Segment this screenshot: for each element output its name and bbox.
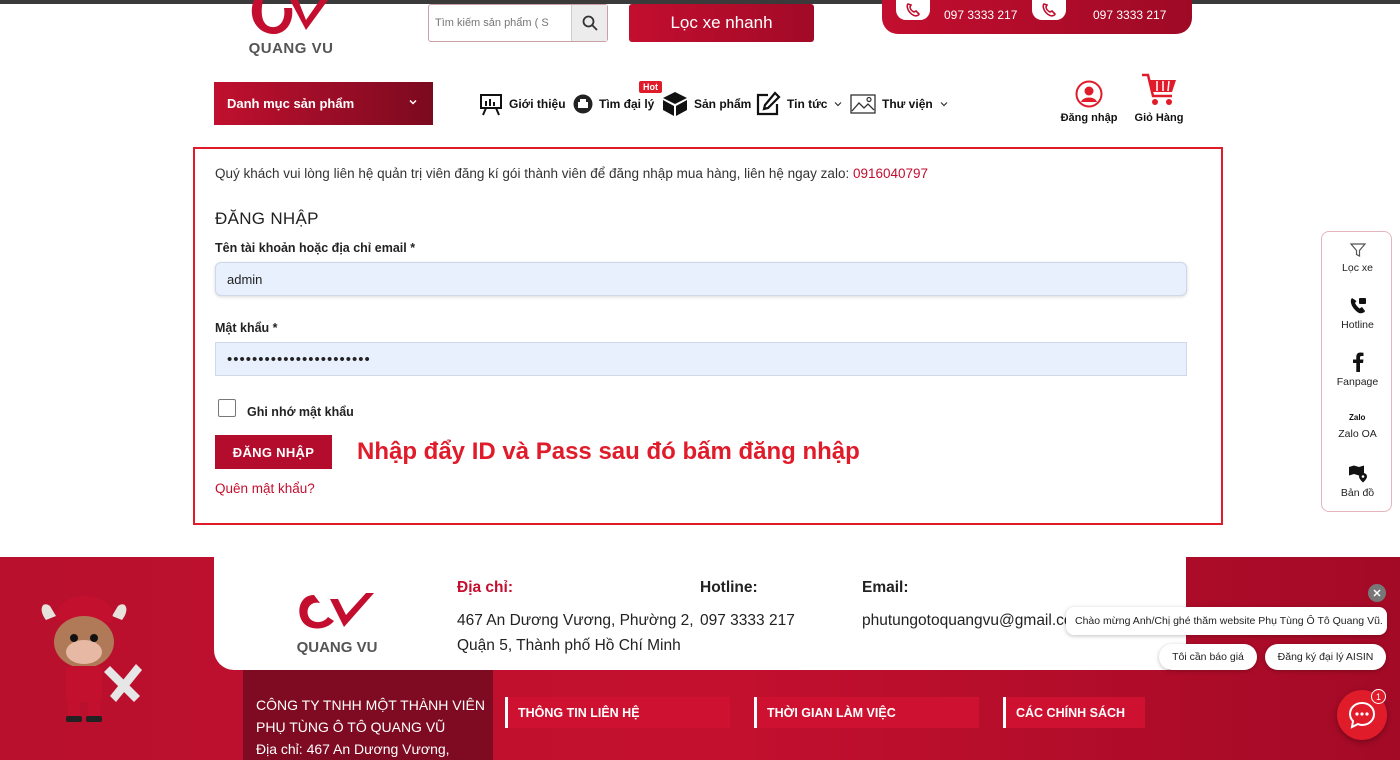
- nav-item-products[interactable]: Sản phẩm: [662, 90, 751, 118]
- login-link-label: Đăng nhập: [1060, 112, 1118, 124]
- float-item-label: Bản đồ: [1340, 487, 1375, 499]
- footer-logo: QUANG VU: [294, 587, 380, 657]
- hot-badge: Hot: [639, 81, 662, 93]
- remember-checkbox[interactable]: [218, 399, 236, 417]
- cart-icon: [1142, 73, 1176, 105]
- zalo-icon: Zalo: [1349, 413, 1366, 422]
- cart-link-label: Giỏ Hàng: [1134, 112, 1184, 124]
- facebook-icon: [1352, 352, 1363, 372]
- notice-text: Quý khách vui lòng liên hệ quản trị viên…: [215, 166, 850, 181]
- footer-hotline[interactable]: 097 3333 217: [700, 608, 795, 633]
- company-line: Địa chỉ: 467 An Dương Vương,: [256, 741, 450, 757]
- logo-mark-icon: [299, 593, 374, 629]
- login-submit-button[interactable]: ĐĂNG NHẬP: [215, 435, 332, 469]
- phone-icon: [1032, 0, 1066, 20]
- nav-label: Sản phẩm: [694, 97, 752, 111]
- login-title: ĐĂNG NHẬP: [215, 209, 319, 228]
- chevron-down-icon: [409, 99, 417, 105]
- phone-icon: [1350, 298, 1366, 314]
- float-item-filter[interactable]: Lọc xe: [1322, 242, 1393, 274]
- hotline-number-2[interactable]: 097 3333 217: [1093, 8, 1166, 22]
- float-item-label: Hotline: [1341, 319, 1374, 331]
- user-icon: [1075, 80, 1103, 108]
- search-box: [428, 4, 608, 42]
- chat-close-button[interactable]: [1368, 584, 1386, 602]
- image-icon: [850, 94, 876, 114]
- password-label: Mật khẩu *: [215, 321, 278, 335]
- category-menu-button[interactable]: Danh mục sản phẩm: [214, 82, 433, 125]
- footer-email[interactable]: phutungotoquangvu@gmail.com: [862, 608, 1072, 633]
- quick-filter-button[interactable]: Lọc xe nhanh: [629, 4, 814, 42]
- chevron-down-icon: [940, 102, 948, 107]
- float-item-label: Fanpage: [1336, 376, 1379, 388]
- remember-label[interactable]: Ghi nhớ mật khẩu: [247, 405, 354, 419]
- company-info: CÔNG TY TNHH MỘT THÀNH VIÊN PHỤ TÙNG Ô T…: [243, 670, 493, 760]
- email-heading: Email:: [862, 579, 909, 596]
- nav-item-news[interactable]: Tin tức: [755, 90, 843, 118]
- login-link[interactable]: Đăng nhập: [1060, 80, 1118, 124]
- address-heading: Địa chỉ:: [457, 579, 513, 596]
- printer-icon: [573, 94, 593, 114]
- forgot-password-link[interactable]: Quên mật khẩu?: [215, 481, 315, 496]
- map-icon: [1348, 465, 1367, 483]
- logo-text: QUANG VU: [248, 40, 334, 57]
- nav-item-find-dealer[interactable]: Tìm đại lý: [573, 90, 654, 118]
- close-icon: [1373, 589, 1381, 597]
- edit-icon: [756, 91, 781, 116]
- address-line-1: 467 An Dương Vương, Phường 2,: [457, 612, 694, 629]
- search-input[interactable]: [429, 5, 571, 41]
- chat-icon: [1348, 701, 1376, 729]
- presentation-icon: [480, 94, 502, 116]
- filter-icon: [1349, 243, 1366, 257]
- chat-option-quote[interactable]: Tôi cần báo giá: [1159, 644, 1257, 670]
- box-icon: [663, 92, 687, 116]
- logo-mark-icon: [251, 0, 328, 35]
- address-line-2: Quận 5, Thành phố Hồ Chí Minh: [457, 637, 681, 654]
- footer-tab-hours[interactable]: THỜI GIAN LÀM VIỆC: [754, 697, 979, 728]
- mascot-image: [36, 592, 148, 724]
- phone-icon: [896, 0, 930, 20]
- nav-label: Tin tức: [787, 97, 828, 111]
- password-input[interactable]: •••••••••••••••••••••••: [215, 342, 1187, 376]
- search-button[interactable]: [571, 5, 607, 41]
- float-item-zalo[interactable]: Zalo Zalo OA: [1322, 410, 1393, 440]
- nav-item-library[interactable]: Thư viện: [850, 90, 949, 118]
- float-item-hotline[interactable]: Hotline: [1322, 297, 1393, 331]
- nav-item-about[interactable]: Giới thiệu: [479, 90, 566, 118]
- floating-contact-bar: Lọc xe Hotline Fanpage Zalo Zalo OA Bản …: [1321, 231, 1392, 512]
- category-menu-label: Danh mục sản phẩm: [227, 96, 355, 111]
- login-notice: Quý khách vui lòng liên hệ quản trị viên…: [215, 166, 928, 181]
- footer-tab-contact[interactable]: THÔNG TIN LIÊN HỆ: [505, 697, 730, 728]
- nav-label: Giới thiệu: [509, 97, 566, 111]
- site-logo[interactable]: QUANG VU: [246, 0, 336, 60]
- hotline-box: 097 3333 217 097 3333 217: [882, 0, 1192, 34]
- username-input[interactable]: admin: [215, 262, 1187, 296]
- chat-unread-badge: 1: [1371, 689, 1386, 704]
- float-item-map[interactable]: Bản đồ: [1322, 465, 1393, 499]
- chat-welcome-message: Chào mừng Anh/Chị ghé thăm website Phụ T…: [1066, 607, 1387, 635]
- nav-label: Tìm đại lý: [599, 97, 655, 111]
- svg-text:Zalo: Zalo: [1349, 413, 1366, 422]
- chat-option-dealer[interactable]: Đăng ký đại lý AISIN: [1265, 644, 1386, 670]
- hotline-number-1[interactable]: 097 3333 217: [944, 8, 1017, 22]
- zalo-phone-link[interactable]: 0916040797: [853, 166, 928, 181]
- float-item-fanpage[interactable]: Fanpage: [1322, 352, 1393, 388]
- login-form: Quý khách vui lòng liên hệ quản trị viên…: [193, 147, 1223, 525]
- company-line: PHỤ TÙNG Ô TÔ QUANG VŨ: [256, 719, 446, 735]
- login-hint-annotation: Nhập đẩy ID và Pass sau đó bấm đăng nhập: [357, 438, 860, 465]
- company-line: CÔNG TY TNHH MỘT THÀNH VIÊN: [256, 697, 485, 713]
- cart-link[interactable]: Giỏ Hàng: [1131, 72, 1187, 124]
- nav-label: Thư viện: [882, 97, 933, 111]
- hotline-heading: Hotline:: [700, 579, 758, 596]
- footer-info-card: QUANG VU Địa chỉ: 467 An Dương Vương, Ph…: [214, 557, 1186, 670]
- float-item-label: Zalo OA: [1338, 428, 1377, 440]
- username-label: Tên tài khoản hoặc địa chỉ email *: [215, 241, 416, 255]
- mascot-buffalo-icon: [41, 595, 142, 722]
- footer-tab-policies[interactable]: CÁC CHÍNH SÁCH: [1003, 697, 1145, 728]
- float-item-label: Lọc xe: [1342, 262, 1373, 274]
- search-icon: [582, 15, 598, 31]
- chevron-down-icon: [835, 102, 842, 107]
- footer-logo-text: QUANG VU: [296, 639, 378, 656]
